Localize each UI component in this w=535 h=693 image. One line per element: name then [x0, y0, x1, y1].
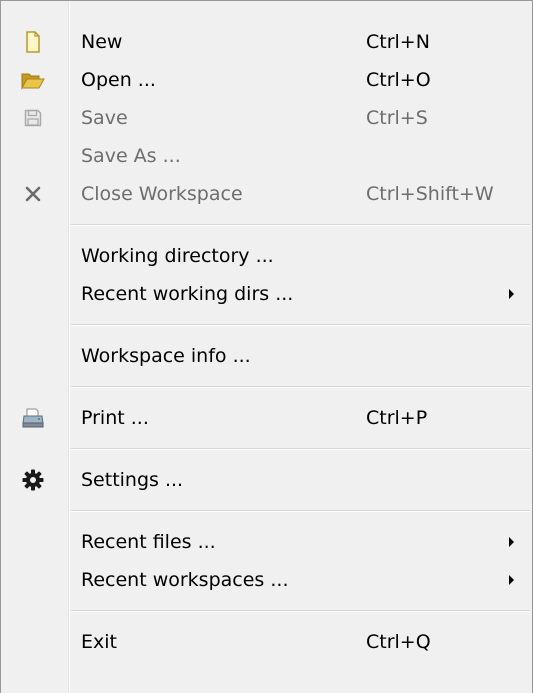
menu-item-new[interactable]: New Ctrl+N — [1, 23, 532, 61]
printer-icon — [21, 406, 45, 430]
submenu-arrow-icon — [509, 289, 514, 299]
menu-item-close-workspace[interactable]: Close Workspace Ctrl+Shift+W — [1, 175, 532, 213]
submenu-arrow-icon — [509, 537, 514, 547]
menu-item-save-as[interactable]: Save As ... — [1, 137, 532, 175]
menu-item-shortcut: Ctrl+O — [366, 69, 431, 91]
menu-item-label: Save As ... — [81, 145, 181, 167]
menu-separator — [1, 375, 532, 399]
menu-item-exit[interactable]: Exit Ctrl+Q — [1, 623, 532, 661]
menu-separator — [1, 213, 532, 237]
menu-item-label: Save — [81, 107, 128, 129]
open-folder-icon — [21, 68, 45, 92]
menu-item-working-directory[interactable]: Working directory ... — [1, 237, 532, 275]
menu-separator — [1, 437, 532, 461]
menu-item-label: New — [81, 31, 123, 53]
menu-item-shortcut: Ctrl+Shift+W — [366, 183, 494, 205]
menu-item-label: Settings ... — [81, 469, 184, 491]
menu-separator — [1, 499, 532, 523]
save-icon — [21, 106, 45, 130]
menu-item-shortcut: Ctrl+P — [366, 407, 428, 429]
gear-icon — [21, 468, 45, 492]
new-file-icon — [21, 30, 45, 54]
menu-item-recent-working-dirs[interactable]: Recent working dirs ... — [1, 275, 532, 313]
menu-item-workspace-info[interactable]: Workspace info ... — [1, 337, 532, 375]
menu-item-print[interactable]: Print ... Ctrl+P — [1, 399, 532, 437]
menu-item-label: Exit — [81, 631, 117, 653]
menu-separator — [1, 599, 532, 623]
menu-separator — [1, 313, 532, 337]
menu-item-shortcut: Ctrl+S — [366, 107, 428, 129]
menu-item-label: Print ... — [81, 407, 149, 429]
menu-item-recent-workspaces[interactable]: Recent workspaces ... — [1, 561, 532, 599]
menu-item-save[interactable]: Save Ctrl+S — [1, 99, 532, 137]
menu-item-open[interactable]: Open ... Ctrl+O — [1, 61, 532, 99]
menu-item-label: Working directory ... — [81, 245, 274, 267]
close-icon — [21, 182, 45, 206]
menu-item-label: Workspace info ... — [81, 345, 251, 367]
menu-item-label: Close Workspace — [81, 183, 243, 205]
menu-item-shortcut: Ctrl+Q — [366, 631, 431, 653]
menu-item-label: Open ... — [81, 69, 156, 91]
submenu-arrow-icon — [509, 575, 514, 585]
menu-item-shortcut: Ctrl+N — [366, 31, 430, 53]
menu-item-settings[interactable]: Settings ... — [1, 461, 532, 499]
file-menu: New Ctrl+N Open ... Ctrl+O Save Ctrl+S S… — [0, 0, 533, 693]
menu-item-recent-files[interactable]: Recent files ... — [1, 523, 532, 561]
menu-item-label: Recent working dirs ... — [81, 283, 294, 305]
menu-item-label: Recent files ... — [81, 531, 216, 553]
menu-item-label: Recent workspaces ... — [81, 569, 289, 591]
